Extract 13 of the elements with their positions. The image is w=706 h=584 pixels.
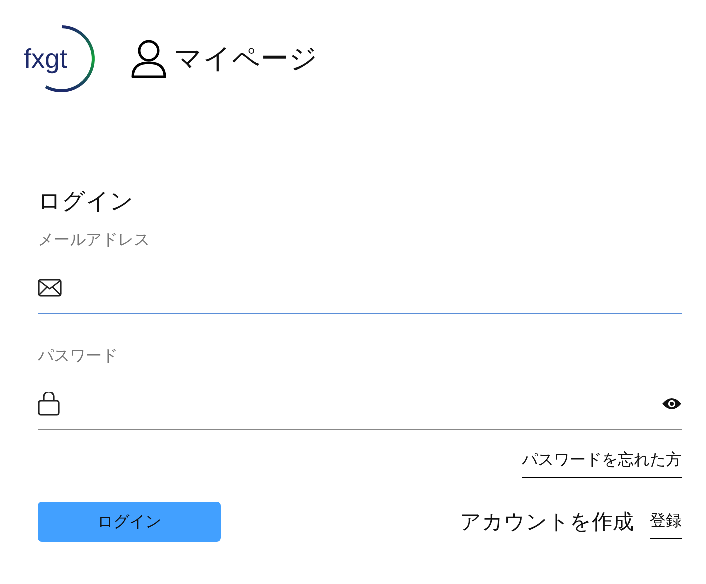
- login-button[interactable]: ログイン: [38, 502, 221, 542]
- create-account-text: アカウントを作成: [460, 509, 634, 536]
- register-link[interactable]: 登録: [650, 511, 682, 539]
- lock-icon: [38, 392, 60, 416]
- login-heading: ログイン: [38, 188, 135, 217]
- field-label: メールアドレス: [38, 230, 151, 251]
- logo-text: fxgt: [24, 44, 68, 74]
- user-icon: [130, 39, 168, 79]
- page-title: マイページ: [174, 41, 318, 77]
- eye-icon[interactable]: [662, 396, 682, 410]
- mail-icon: [38, 278, 62, 296]
- forgot-password-link[interactable]: パスワードを忘れた方: [522, 450, 682, 478]
- field-label: パスワード: [38, 346, 119, 367]
